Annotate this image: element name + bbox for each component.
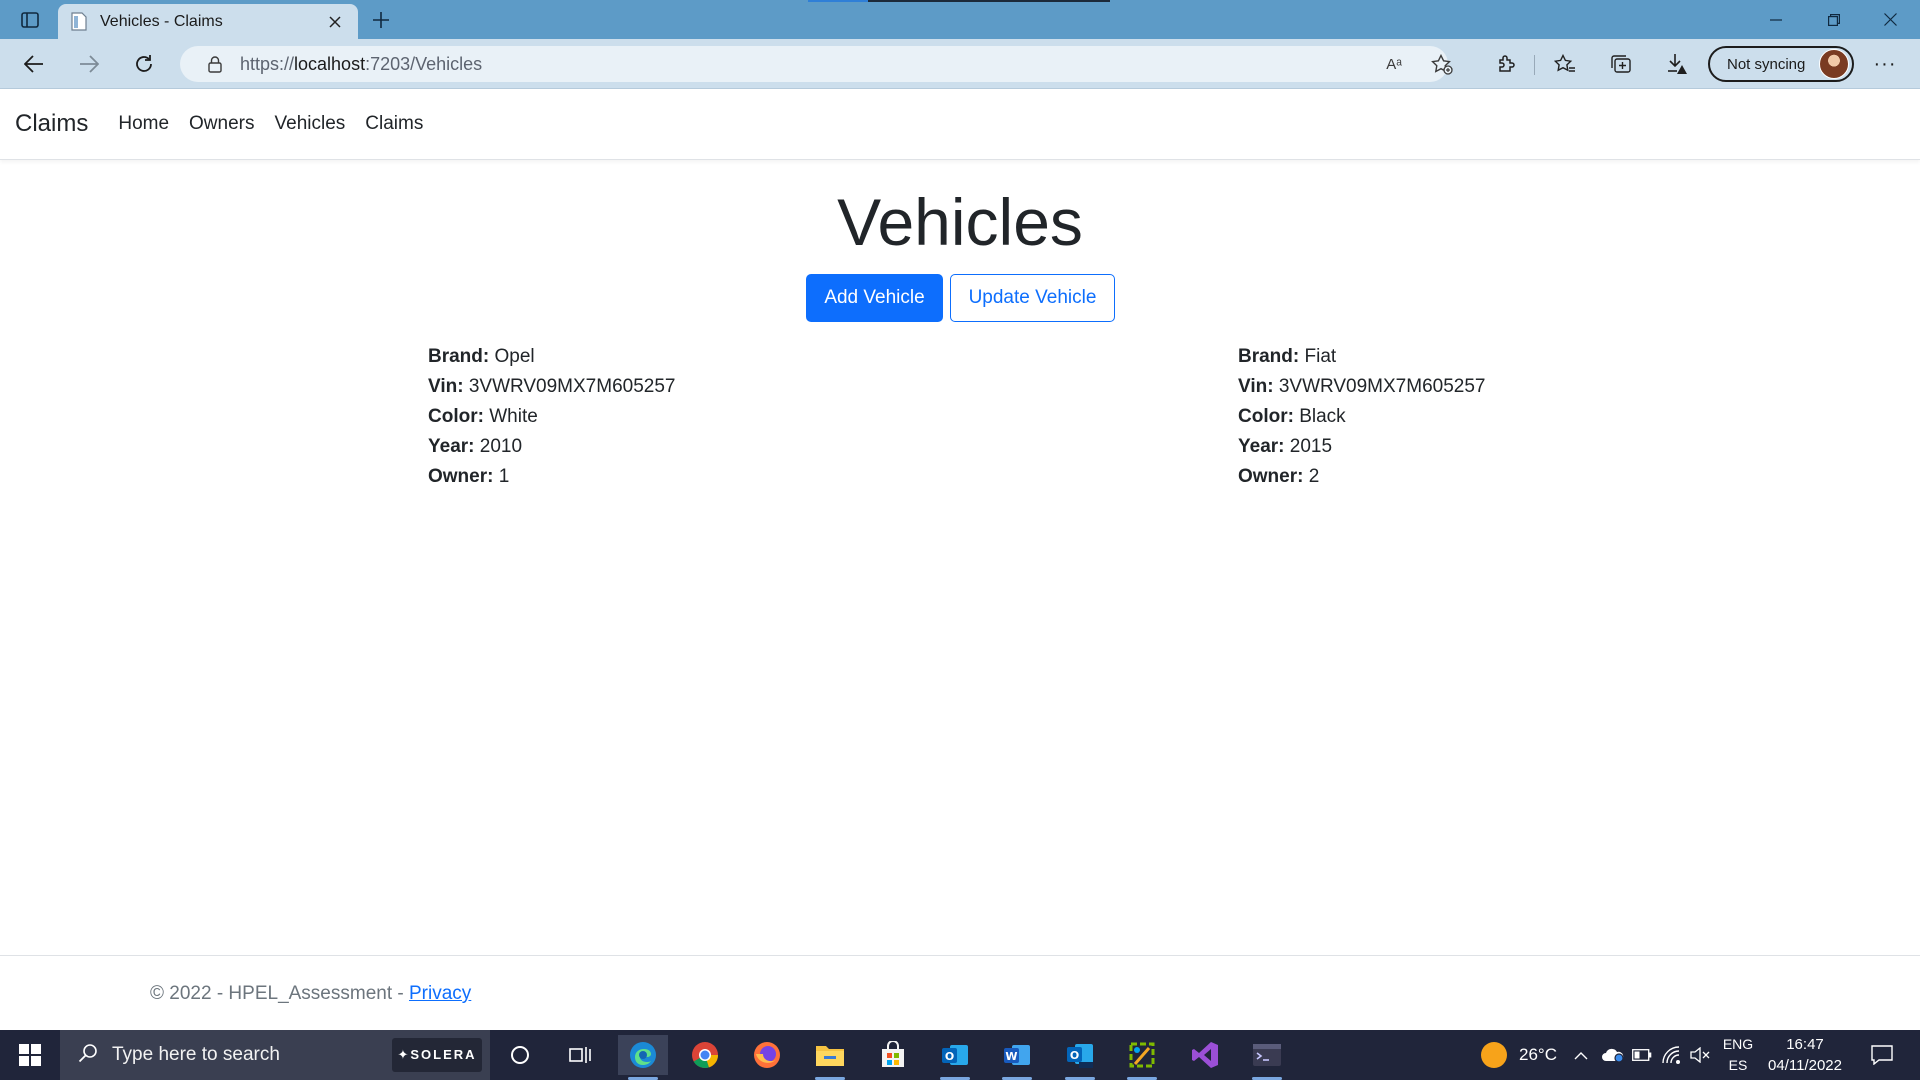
nav-link-claims[interactable]: Claims xyxy=(365,113,423,135)
windows-start-icon[interactable] xyxy=(0,1030,60,1080)
forward-icon[interactable] xyxy=(71,48,107,80)
chrome-icon[interactable] xyxy=(680,1035,730,1075)
more-options-icon[interactable]: ··· xyxy=(1868,49,1902,79)
clock-date: 04/11/2022 xyxy=(1768,1057,1842,1074)
vehicle-card: Brand: Fiat Vin: 3VWRV09MX7M605257 Color… xyxy=(1238,342,1485,492)
vehicle-owner-row: Owner: 1 xyxy=(428,466,510,487)
temperature: 26°C xyxy=(1519,1045,1557,1064)
site-brand[interactable]: Claims xyxy=(15,110,88,138)
read-aloud-icon[interactable]: Aᵃ xyxy=(1382,53,1406,75)
search-icon xyxy=(78,1043,98,1068)
vehicle-card: Brand: Opel Vin: 3VWRV09MX7M605257 Color… xyxy=(428,342,675,492)
vehicle-year: 2015 xyxy=(1289,436,1333,457)
battery-icon[interactable] xyxy=(1628,1030,1656,1080)
taskbar-search[interactable]: Type here to search ✦SOLERA xyxy=(60,1030,490,1080)
close-tab-icon[interactable] xyxy=(324,11,346,33)
microsoft-store-icon[interactable] xyxy=(868,1035,918,1075)
outlook-preview-icon[interactable]: O xyxy=(1055,1035,1105,1080)
new-tab-icon[interactable] xyxy=(366,6,396,34)
lock-icon[interactable] xyxy=(204,53,226,75)
svg-text:O: O xyxy=(945,1050,954,1063)
vehicle-owner: 1 xyxy=(498,466,510,487)
vehicle-owner: 2 xyxy=(1308,466,1320,487)
vehicle-vin-row: Vin: 3VWRV09MX7M605257 xyxy=(428,376,676,397)
extensions-icon[interactable] xyxy=(1489,49,1523,79)
vehicle-color-row: Color: White xyxy=(428,406,538,427)
vehicle-brand-row: Brand: Fiat xyxy=(1238,346,1337,367)
vehicle-brand: Fiat xyxy=(1304,346,1337,367)
toolbar-separator xyxy=(1534,55,1535,75)
page-title: Vehicles xyxy=(837,185,1083,259)
sync-label: Not syncing xyxy=(1727,55,1806,73)
address-bar[interactable]: https://localhost:7203/Vehicles Aᵃ xyxy=(180,46,1453,82)
browser-toolbar: https://localhost:7203/Vehicles Aᵃ Not s… xyxy=(0,39,1920,89)
task-view-icon[interactable] xyxy=(555,1035,605,1075)
vehicle-color: Black xyxy=(1299,406,1346,427)
vehicle-brand: Opel xyxy=(494,346,535,367)
snipping-tool-icon[interactable] xyxy=(1117,1035,1167,1080)
volume-muted-icon[interactable] xyxy=(1686,1030,1714,1080)
minimize-icon[interactable] xyxy=(1748,0,1804,39)
vehicle-year-row: Year: 2010 xyxy=(428,436,523,457)
profile-sync-button[interactable]: Not syncing xyxy=(1708,46,1854,82)
add-vehicle-button[interactable]: Add Vehicle xyxy=(806,274,943,322)
site-footer: © 2022 - HPEL_Assessment - Privacy xyxy=(0,955,1920,1030)
firefox-icon[interactable] xyxy=(742,1035,792,1075)
site-navbar: Claims Home Owners Vehicles Claims xyxy=(0,89,1920,160)
url-text[interactable]: https://localhost:7203/Vehicles xyxy=(240,54,482,75)
action-buttons: Add Vehicle Update Vehicle xyxy=(806,274,1115,322)
clock-time: 16:47 xyxy=(1786,1036,1824,1053)
footer-text: © 2022 - HPEL_Assessment - Privacy xyxy=(150,983,472,1004)
refresh-icon[interactable] xyxy=(126,48,162,80)
weather-widget[interactable]: 26°C xyxy=(1464,1030,1574,1080)
browser-tab-active[interactable]: Vehicles - Claims xyxy=(58,4,358,39)
update-vehicle-button[interactable]: Update Vehicle xyxy=(950,274,1115,322)
svg-text:W: W xyxy=(1005,1050,1017,1063)
terminal-icon[interactable] xyxy=(1242,1035,1292,1080)
browser-tab-bar: Vehicles - Claims xyxy=(0,0,1920,39)
restore-icon[interactable] xyxy=(1806,0,1862,39)
vehicle-year: 2010 xyxy=(479,436,523,457)
collections-icon[interactable] xyxy=(1604,49,1638,79)
vehicle-vin: 3VWRV09MX7M605257 xyxy=(468,376,676,397)
vehicle-color: White xyxy=(489,406,538,427)
weather-sun-icon xyxy=(1481,1042,1507,1068)
avatar xyxy=(1819,49,1849,79)
nav-link-owners[interactable]: Owners xyxy=(189,113,254,135)
nav-link-home[interactable]: Home xyxy=(118,113,169,135)
edge-icon[interactable] xyxy=(618,1035,668,1080)
cortana-icon[interactable] xyxy=(495,1035,545,1075)
tab-title: Vehicles - Claims xyxy=(100,12,223,30)
windows-taskbar: Type here to search ✦SOLERA O W O 26°C E… xyxy=(0,1030,1920,1080)
back-icon[interactable] xyxy=(16,48,52,80)
svg-text:O: O xyxy=(1070,1049,1079,1062)
visual-studio-icon[interactable] xyxy=(1180,1035,1230,1075)
vehicle-vin: 3VWRV09MX7M605257 xyxy=(1278,376,1486,397)
privacy-link[interactable]: Privacy xyxy=(409,983,471,1004)
vehicle-color-row: Color: Black xyxy=(1238,406,1346,427)
downloads-icon[interactable] xyxy=(1660,49,1694,79)
vehicle-vin-row: Vin: 3VWRV09MX7M605257 xyxy=(1238,376,1486,397)
outlook-icon[interactable]: O xyxy=(930,1035,980,1080)
close-window-icon[interactable] xyxy=(1862,0,1918,39)
file-explorer-icon[interactable] xyxy=(805,1035,855,1080)
search-placeholder: Type here to search xyxy=(112,1044,280,1065)
loading-indicator xyxy=(808,0,1110,2)
vehicle-brand-row: Brand: Opel xyxy=(428,346,535,367)
vehicle-year-row: Year: 2015 xyxy=(1238,436,1333,457)
input-language[interactable]: ENG ES xyxy=(1716,1034,1760,1076)
notifications-icon[interactable] xyxy=(1862,1030,1902,1080)
wifi-icon[interactable] xyxy=(1658,1030,1686,1080)
word-icon[interactable]: W xyxy=(992,1035,1042,1080)
system-clock[interactable]: 16:47 04/11/2022 xyxy=(1760,1034,1850,1076)
nav-link-vehicles[interactable]: Vehicles xyxy=(275,113,346,135)
tab-actions-icon[interactable] xyxy=(16,8,44,32)
add-favorite-icon[interactable] xyxy=(1430,53,1454,75)
vehicle-owner-row: Owner: 2 xyxy=(1238,466,1320,487)
solera-widget[interactable]: ✦SOLERA xyxy=(392,1038,482,1072)
favorites-icon[interactable] xyxy=(1548,49,1582,79)
page-favicon-icon xyxy=(70,12,88,32)
chevron-up-icon[interactable] xyxy=(1568,1030,1594,1080)
onedrive-icon[interactable] xyxy=(1598,1030,1628,1080)
